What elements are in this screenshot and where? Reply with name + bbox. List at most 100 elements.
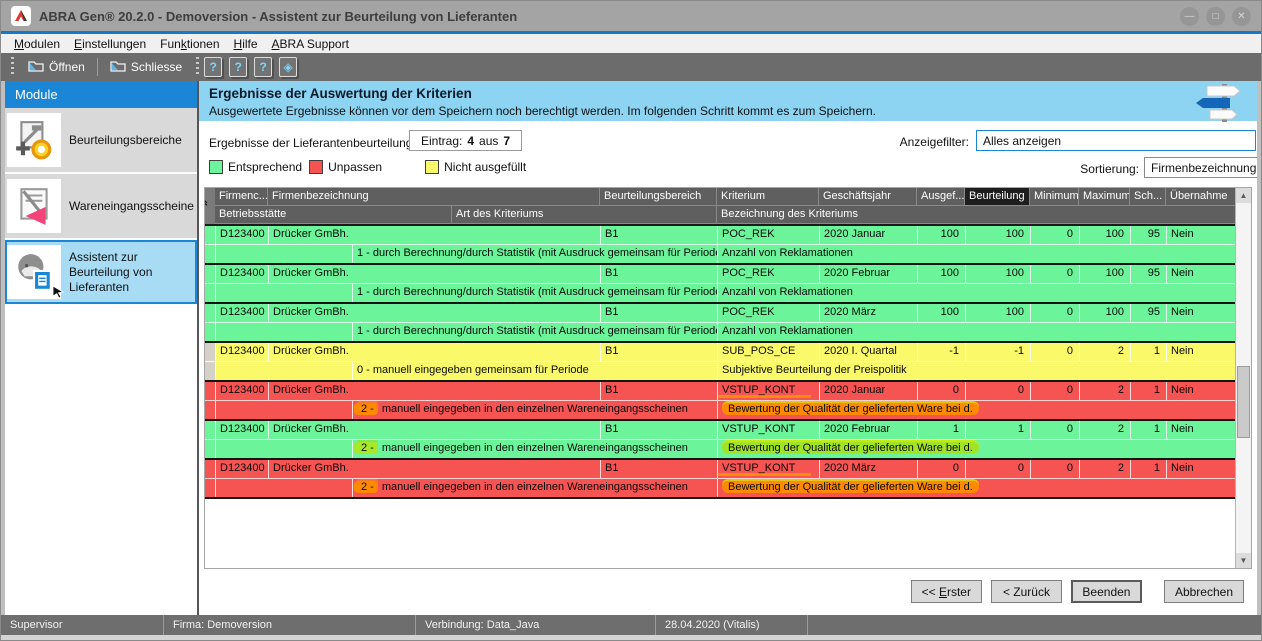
scroll-down-icon[interactable]: ▼ [1236, 553, 1251, 568]
back-button[interactable]: < Zurück [991, 580, 1062, 603]
cell-betriebsstaette[interactable] [216, 284, 353, 302]
cell-minimum[interactable]: 0 [1031, 226, 1080, 244]
cell-maximum[interactable]: 100 [1080, 304, 1131, 322]
cell-beurteilungsbereich[interactable]: B1 [601, 460, 718, 478]
menu-hilfe[interactable]: Hilfe [227, 37, 265, 51]
cell-uebernahme[interactable]: Nein [1167, 226, 1236, 244]
cell-schnitt[interactable]: 1 [1131, 460, 1167, 478]
sort-chevrons-icon[interactable]: » [205, 188, 215, 224]
cell-maximum[interactable]: 2 [1080, 421, 1131, 439]
cell-ausgefuellt[interactable]: 100 [918, 265, 966, 283]
menu-abra-support[interactable]: ABRA Support [265, 37, 356, 51]
grid-record[interactable]: D123400 Drücker GmBh. B1 POC_REK 2020 Ja… [205, 226, 1236, 265]
cell-maximum[interactable]: 2 [1080, 343, 1131, 361]
grid-record[interactable]: D123400 Drücker GmBh. B1 VSTUP_KONT 2020… [205, 382, 1236, 421]
cell-beurteilungsbereich[interactable]: B1 [601, 226, 718, 244]
cell-ausgefuellt[interactable]: 1 [918, 421, 966, 439]
cell-art-des-kriteriums[interactable]: 2 -manuell eingegeben in den einzelnen W… [353, 440, 718, 458]
cell-kriterium[interactable]: SUB_POS_CE [718, 343, 820, 361]
cell-maximum[interactable]: 100 [1080, 226, 1131, 244]
first-button[interactable]: << Erster [911, 580, 982, 603]
help-bubble-icon[interactable]: ? [229, 57, 247, 77]
cell-bezeichnung[interactable]: Bewertung der Qualität der gelieferten W… [718, 440, 1236, 458]
menu-funktionen[interactable]: Funktionen [153, 37, 226, 51]
row-selector[interactable] [205, 421, 216, 439]
cell-geschaeftsjahr[interactable]: 2020 Januar [820, 382, 918, 400]
menu-modulen[interactable]: Modulen [7, 37, 67, 51]
cell-beurteilungsbereich[interactable]: B1 [601, 265, 718, 283]
cell-art-des-kriteriums[interactable]: 2 -manuell eingegeben in den einzelnen W… [353, 479, 718, 497]
row-selector[interactable] [205, 382, 216, 400]
cell-minimum[interactable]: 0 [1031, 343, 1080, 361]
cell-schnitt[interactable]: 95 [1131, 226, 1167, 244]
cell-firmenbezeichnung[interactable]: Drücker GmBh. [269, 226, 601, 244]
nav-diamond-icon[interactable]: ◈ [279, 57, 297, 77]
cell-maximum[interactable]: 2 [1080, 382, 1131, 400]
cell-ausgefuellt[interactable]: 0 [918, 460, 966, 478]
col-firmenbezeichnung[interactable]: Firmenbezeichnung [268, 188, 600, 206]
cancel-button[interactable]: Abbrechen [1164, 580, 1244, 603]
close-button[interactable]: ✕ [1232, 7, 1251, 26]
grid-record[interactable]: D123400 Drücker GmBh. B1 POC_REK 2020 Mä… [205, 304, 1236, 343]
help-page-icon[interactable]: ? [204, 57, 222, 77]
cell-schnitt[interactable]: 1 [1131, 421, 1167, 439]
cell-betriebsstaette[interactable] [216, 440, 353, 458]
cell-minimum[interactable]: 0 [1031, 304, 1080, 322]
cell-bezeichnung[interactable]: Bewertung der Qualität der gelieferten W… [718, 401, 1236, 419]
grid-record[interactable]: D123400 Drücker GmBh. B1 POC_REK 2020 Fe… [205, 265, 1236, 304]
col-minimum[interactable]: Minimum [1030, 188, 1079, 206]
cell-kriterium[interactable]: VSTUP_KONT [718, 460, 820, 478]
sidebar-item-assistent[interactable]: Assistent zur Beurteilung von Lieferante… [5, 240, 197, 304]
cell-beurteilungsbereich[interactable]: B1 [601, 421, 718, 439]
row-selector[interactable] [205, 343, 216, 361]
cell-betriebsstaette[interactable] [216, 401, 353, 419]
cell-betriebsstaette[interactable] [216, 479, 353, 497]
cell-bezeichnung[interactable]: Bewertung der Qualität der gelieferten W… [718, 479, 1236, 497]
scrollbar-thumb[interactable] [1237, 366, 1250, 438]
cell-firmencode[interactable]: D123400 [216, 343, 269, 361]
grid-record[interactable]: D123400 Drücker GmBh. B1 VSTUP_KONT 2020… [205, 421, 1236, 460]
col-kriterium[interactable]: Kriterium [717, 188, 819, 206]
cell-uebernahme[interactable]: Nein [1167, 460, 1236, 478]
vertical-scrollbar[interactable]: ▲ ▼ [1235, 188, 1251, 568]
cell-uebernahme[interactable]: Nein [1167, 343, 1236, 361]
cell-betriebsstaette[interactable] [216, 362, 353, 380]
cell-schnitt[interactable]: 95 [1131, 265, 1167, 283]
cell-geschaeftsjahr[interactable]: 2020 März [820, 460, 918, 478]
cell-geschaeftsjahr[interactable]: 2020 Januar [820, 226, 918, 244]
row-selector[interactable] [205, 226, 216, 244]
cell-beurteilung[interactable]: 1 [966, 421, 1031, 439]
cell-geschaeftsjahr[interactable]: 2020 I. Quartal [820, 343, 918, 361]
close-button-toolbar[interactable]: Schliesse [101, 55, 191, 79]
col-uebernahme[interactable]: Übernahme [1166, 188, 1236, 206]
cell-ausgefuellt[interactable]: 100 [918, 304, 966, 322]
cell-beurteilung[interactable]: 0 [966, 460, 1031, 478]
col-bezeichnung-des-kriteriums[interactable]: Bezeichnung des Kriteriums [717, 206, 1236, 224]
cell-uebernahme[interactable]: Nein [1167, 421, 1236, 439]
open-button[interactable]: Öffnen [19, 55, 94, 79]
cell-firmenbezeichnung[interactable]: Drücker GmBh. [269, 343, 601, 361]
cell-firmenbezeichnung[interactable]: Drücker GmBh. [269, 382, 601, 400]
grid-record[interactable]: D123400 Drücker GmBh. B1 SUB_POS_CE 2020… [205, 343, 1236, 382]
toolbar-grip[interactable] [11, 57, 14, 77]
cell-beurteilungsbereich[interactable]: B1 [601, 343, 718, 361]
cell-maximum[interactable]: 100 [1080, 265, 1131, 283]
row-selector[interactable] [205, 265, 216, 283]
cell-beurteilung[interactable]: 100 [966, 304, 1031, 322]
toolbar-grip-2[interactable] [196, 57, 199, 77]
finish-button[interactable]: Beenden [1071, 580, 1142, 603]
cell-bezeichnung[interactable]: Anzahl von Reklamationen [718, 284, 1236, 302]
cell-bezeichnung[interactable]: Anzahl von Reklamationen [718, 245, 1236, 263]
cell-kriterium[interactable]: VSTUP_KONT [718, 421, 820, 439]
cell-schnitt[interactable]: 1 [1131, 382, 1167, 400]
cell-firmenbezeichnung[interactable]: Drücker GmBh. [269, 265, 601, 283]
cell-minimum[interactable]: 0 [1031, 421, 1080, 439]
cell-betriebsstaette[interactable] [216, 323, 353, 341]
cell-firmencode[interactable]: D123400 [216, 460, 269, 478]
cell-art-des-kriteriums[interactable]: 0 - manuell eingegeben gemeinsam für Per… [353, 362, 718, 380]
cell-kriterium[interactable]: VSTUP_KONT [718, 382, 820, 400]
cell-beurteilung[interactable]: 100 [966, 265, 1031, 283]
cell-firmenbezeichnung[interactable]: Drücker GmBh. [269, 304, 601, 322]
cell-betriebsstaette[interactable] [216, 245, 353, 263]
cell-maximum[interactable]: 2 [1080, 460, 1131, 478]
